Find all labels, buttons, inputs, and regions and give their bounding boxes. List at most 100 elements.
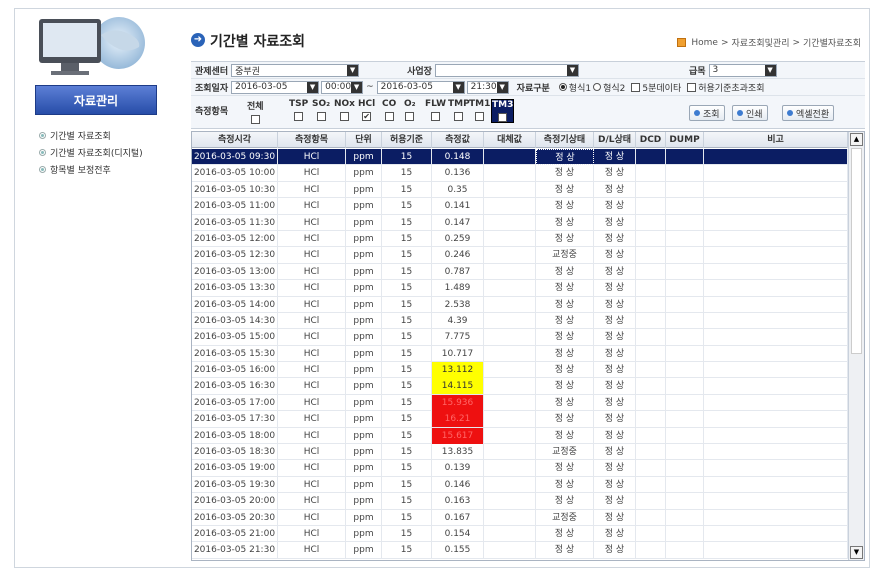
item-checkbox-1[interactable]: SO₂: [312, 99, 330, 121]
grade-select[interactable]: 3 ▼: [708, 63, 777, 77]
vertical-scrollbar[interactable]: ▲ ▼: [848, 132, 864, 560]
table-row[interactable]: 2016-03-05 11:30 HCl ppm 15 0.147 정 상정 상: [192, 214, 848, 231]
table-row[interactable]: 2016-03-05 13:00 HCl ppm 15 0.787 정 상정 상: [192, 263, 848, 281]
table-row[interactable]: 2016-03-05 21:30 HCl ppm 15 0.155 정 상정 상: [192, 542, 848, 559]
table-row[interactable]: 2016-03-05 20:00 HCl ppm 15 0.163 정 상정 상: [192, 493, 848, 510]
table-row[interactable]: 2016-03-05 14:00 HCl ppm 15 2.538 정 상정 상: [192, 296, 848, 313]
column-header[interactable]: 측정기상태: [536, 132, 594, 148]
cell-unit: ppm: [346, 165, 382, 182]
item-checkbox-6[interactable]: FLW: [425, 99, 446, 121]
column-header[interactable]: 측정항목: [278, 132, 346, 148]
column-header[interactable]: 측정시각: [192, 132, 278, 148]
column-header[interactable]: 비고: [704, 132, 848, 148]
five-min-data-checkbox[interactable]: 5분데이타: [631, 81, 681, 94]
table-row[interactable]: 2016-03-05 18:00 HCl ppm 15 15.617 정 상정 상: [192, 427, 848, 445]
cell-value: 16.21: [432, 411, 484, 428]
cell-limit: 15: [382, 476, 432, 493]
exceed-checkbox[interactable]: 허용기준초과조회: [687, 81, 765, 94]
table-row[interactable]: 2016-03-05 17:00 HCl ppm 15 15.936 정 상정 상: [192, 394, 848, 412]
item-checkbox-0[interactable]: TSP: [289, 99, 308, 121]
cell-dump: [666, 214, 704, 231]
table-row[interactable]: 2016-03-05 21:00 HCl ppm 15 0.154 정 상정 상: [192, 525, 848, 543]
table-row[interactable]: 2016-03-05 12:30 HCl ppm 15 0.246 교정중 정 상: [192, 247, 848, 264]
table-row[interactable]: 2016-03-05 09:30 HCl ppm 15 0.148 정 상정 상: [192, 149, 848, 166]
excel-export-button[interactable]: 엑셀전환: [782, 105, 835, 121]
cell-time: 2016-03-05 19:00: [192, 460, 278, 477]
start-time-value: 00:00: [325, 82, 352, 92]
scroll-up-icon[interactable]: ▲: [850, 133, 863, 146]
table-row[interactable]: 2016-03-05 11:00 HCl ppm 15 0.141 정 상정 상: [192, 198, 848, 215]
item-checkbox-7[interactable]: TMP: [448, 99, 470, 121]
cell-dump: [666, 378, 704, 395]
end-date-select[interactable]: 2016-03-05 ▼: [376, 80, 465, 94]
cell-item: HCl: [278, 181, 346, 198]
print-button[interactable]: 인쇄: [732, 105, 768, 121]
column-header[interactable]: DUMP: [666, 132, 704, 148]
column-header[interactable]: 측정값: [432, 132, 484, 148]
type-option-1[interactable]: 형식1: [558, 81, 591, 94]
cell-time: 2016-03-05 11:30: [192, 214, 278, 231]
table-row[interactable]: 2016-03-05 10:30 HCl ppm 15 0.35 정 상정 상: [192, 181, 848, 199]
table-row[interactable]: 2016-03-05 20:30 HCl ppm 15 0.167 교정중 정 상: [192, 509, 848, 526]
cell-value: 0.167: [432, 509, 484, 526]
radio-selected-icon: [558, 83, 567, 91]
cell-dump: [666, 493, 704, 510]
cell-dcd: [636, 198, 666, 215]
sidebar-item-0[interactable]: 기간별 자료조회: [39, 127, 179, 144]
table-row[interactable]: 2016-03-05 12:00 HCl ppm 15 0.259 정 상정 상: [192, 230, 848, 248]
breadcrumb-home[interactable]: Home: [691, 38, 718, 48]
page-title: 기간별 자료조회: [210, 34, 306, 50]
cell-meter-status: 정 상: [536, 198, 594, 215]
cell-dl-status: 정 상: [594, 525, 636, 542]
item-checkbox-5[interactable]: O₂: [404, 99, 416, 121]
column-header[interactable]: 대체값: [484, 132, 536, 148]
column-header[interactable]: 단위: [346, 132, 382, 148]
start-time-select[interactable]: 00:00 ▼: [321, 80, 364, 94]
item-checkbox-9[interactable]: TM3: [491, 99, 515, 123]
scroll-down-icon[interactable]: ▼: [850, 546, 863, 559]
cell-item: HCl: [278, 460, 346, 477]
table-row[interactable]: 2016-03-05 15:00 HCl ppm 15 7.775 정 상정 상: [192, 329, 848, 346]
column-header[interactable]: DCD: [636, 132, 666, 148]
breadcrumb-data-management[interactable]: 자료조회및관리: [732, 36, 790, 49]
item-checkbox-2[interactable]: NOx: [334, 99, 355, 121]
cell-time: 2016-03-05 16:30: [192, 378, 278, 395]
sidebar-item-2[interactable]: 항목별 보정전후: [39, 161, 179, 178]
print-icon: [737, 110, 743, 116]
table-row[interactable]: 2016-03-05 16:00 HCl ppm 15 13.112 정 상정 상: [192, 362, 848, 379]
item-all[interactable]: 전체: [247, 99, 264, 124]
cell-dl-status: 정 상: [594, 263, 636, 280]
table-row[interactable]: 2016-03-05 13:30 HCl ppm 15 1.489 정 상정 상: [192, 280, 848, 297]
cell-time: 2016-03-05 18:00: [192, 427, 278, 444]
item-checkbox-4[interactable]: CO: [382, 99, 396, 121]
table-row[interactable]: 2016-03-05 16:30 HCl ppm 15 14.115 정 상정 상: [192, 378, 848, 395]
table-row[interactable]: 2016-03-05 14:30 HCl ppm 15 4.39 정 상정 상: [192, 312, 848, 330]
column-header[interactable]: D/L상태: [594, 132, 636, 148]
site-select[interactable]: ▼: [434, 63, 579, 77]
center-select[interactable]: 중부권 ▼: [231, 63, 360, 77]
table-row[interactable]: 2016-03-05 10:00 HCl ppm 15 0.136 정 상정 상: [192, 165, 848, 182]
cell-value: 13.112: [432, 362, 484, 379]
type-option-2[interactable]: 형식2: [593, 81, 625, 94]
table-row[interactable]: 2016-03-05 19:00 HCl ppm 15 0.139 정 상정 상: [192, 460, 848, 477]
item-checkbox-8[interactable]: TM1: [469, 99, 490, 121]
data-table: 측정시각 측정항목 단위 허용기준 측정값 대체값 측정기상태 D/L상태 DCD DUMP 비고 …: [191, 131, 865, 561]
search-button[interactable]: 조회: [689, 105, 725, 121]
item-checkbox-3[interactable]: HCl ✔: [358, 99, 375, 121]
cell-substitute: [484, 198, 536, 215]
cell-unit: ppm: [346, 509, 382, 526]
table-row[interactable]: 2016-03-05 15:30 HCl ppm 15 10.717 정 상정 상: [192, 345, 848, 363]
cell-dump: [666, 329, 704, 346]
site-label: 사업장: [407, 66, 432, 77]
column-header[interactable]: 허용기준: [382, 132, 432, 148]
end-time-select[interactable]: 21:30 ▼: [466, 80, 509, 94]
scroll-thumb[interactable]: [851, 148, 862, 354]
sidebar-item-1[interactable]: 기간별 자료조회(디지털): [39, 144, 179, 161]
table-row[interactable]: 2016-03-05 18:30 HCl ppm 15 13.835 교정중 정 상: [192, 444, 848, 461]
table-row[interactable]: 2016-03-05 17:30 HCl ppm 15 16.21 정 상정 상: [192, 411, 848, 428]
cell-value: 10.717: [432, 345, 484, 362]
search-button-label: 조회: [703, 109, 720, 120]
start-date-select[interactable]: 2016-03-05 ▼: [231, 80, 320, 94]
table-row[interactable]: 2016-03-05 19:30 HCl ppm 15 0.146 정 상정 상: [192, 476, 848, 494]
cell-meter-status: 정 상: [536, 411, 594, 428]
